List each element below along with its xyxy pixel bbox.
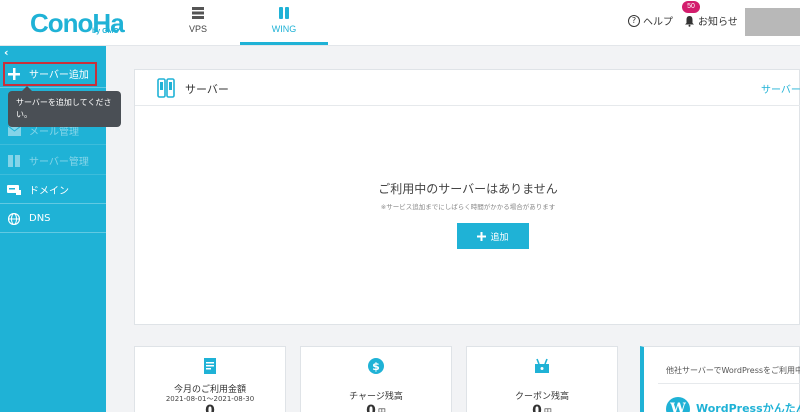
- server-phone-icon: [157, 78, 175, 98]
- server-add-tooltip: サーバーを追加してください。: [8, 86, 121, 127]
- account-menu[interactable]: [745, 8, 800, 36]
- add-button-label: 追加: [490, 232, 509, 243]
- tab-vps-label: VPS: [188, 24, 207, 34]
- sidebar-item-label: DNS: [29, 213, 51, 224]
- card-value-unit: 円: [378, 408, 386, 412]
- sidebar-item-server-manage[interactable]: サーバー管理: [0, 147, 106, 175]
- wordpress-logo-icon: W: [666, 397, 690, 412]
- sidebar-item-label: サーバー管理: [29, 157, 89, 168]
- active-tab-indicator: [240, 42, 328, 45]
- help-link[interactable]: ? ヘルプ: [628, 13, 673, 28]
- tab-wing[interactable]: WING: [240, 0, 328, 46]
- help-label: ヘルプ: [643, 17, 673, 28]
- promo-divider: [658, 383, 800, 384]
- card-title: クーポン残高: [514, 392, 569, 402]
- card-value-unit: 円: [544, 408, 552, 412]
- globe-icon: [7, 212, 21, 225]
- wing-phone-icon: [279, 7, 289, 19]
- dollar-coin-icon: $: [368, 358, 384, 374]
- panel-title: サーバー: [185, 83, 229, 96]
- top-header: ConoHa by GMO VPS WING ? ヘルプ 50 お知らせ: [0, 0, 800, 46]
- collapse-sidebar-chevron-icon[interactable]: ‹: [4, 46, 9, 59]
- charge-balance-card[interactable]: $ チャージ残高 0円: [300, 346, 452, 412]
- server-stack-icon: [192, 7, 204, 19]
- empty-state-note: ※サービス追加までにしばらく時間がかかる場合があります: [380, 203, 556, 211]
- server-list-link[interactable]: サーバー一: [761, 81, 800, 96]
- bell-icon: [685, 15, 694, 27]
- notice-label: お知らせ: [698, 17, 738, 28]
- sidebar-item-label: ドメイン: [29, 186, 69, 197]
- server-panel: サーバー サーバー一 ご利用中のサーバーはありません ※サービス追加までにしばら…: [134, 69, 800, 325]
- conoha-logo[interactable]: ConoHa by GMO: [30, 8, 125, 38]
- promo-text: 他社サーバーでWordPressをご利用中: [666, 366, 800, 375]
- card-value: 0円: [467, 403, 617, 412]
- card-value-number: 0: [205, 403, 215, 412]
- card-value-number: 0: [366, 403, 376, 412]
- monthly-usage-card[interactable]: 今月のご利用金額 2021-08-01～2021-08-30 0: [134, 346, 286, 412]
- wordpress-promo-label: WordPressかんたん: [696, 402, 800, 412]
- question-circle-icon: ?: [628, 14, 640, 27]
- empty-state-title: ご利用中のサーバーはありません: [378, 182, 558, 196]
- invoice-icon: [204, 358, 216, 374]
- server-icon: [7, 154, 21, 167]
- plus-icon: [477, 231, 487, 241]
- card-value: 0円: [301, 403, 451, 412]
- sidebar-item-domain[interactable]: ドメイン: [0, 176, 106, 204]
- tab-vps[interactable]: VPS: [168, 0, 228, 46]
- add-server-button[interactable]: 追加: [457, 223, 529, 249]
- notice-count-badge: 50: [682, 1, 700, 13]
- tab-wing-label: WING: [271, 24, 297, 34]
- logo-subtext: by GMO: [92, 28, 119, 35]
- card-value-number: 0: [532, 403, 542, 412]
- highlight-frame: [3, 62, 97, 86]
- card-value: 0: [135, 403, 285, 412]
- wordpress-promo-card[interactable]: 他社サーバーでWordPressをご利用中 W WordPressかんたん: [640, 346, 800, 412]
- sidebar-item-dns[interactable]: DNS: [0, 205, 106, 233]
- coupon-ticket-icon: [535, 358, 549, 373]
- conoha-dashboard: ConoHa by GMO VPS WING ? ヘルプ 50 お知らせ ‹ サ…: [0, 0, 800, 412]
- svg-text:$: $: [372, 360, 380, 373]
- notice-link[interactable]: お知らせ: [684, 13, 738, 28]
- domain-card-icon: [7, 184, 21, 196]
- panel-header: サーバー サーバー一: [135, 70, 800, 106]
- card-title: チャージ残高: [349, 392, 403, 402]
- coupon-balance-card[interactable]: クーポン残高 0円: [466, 346, 618, 412]
